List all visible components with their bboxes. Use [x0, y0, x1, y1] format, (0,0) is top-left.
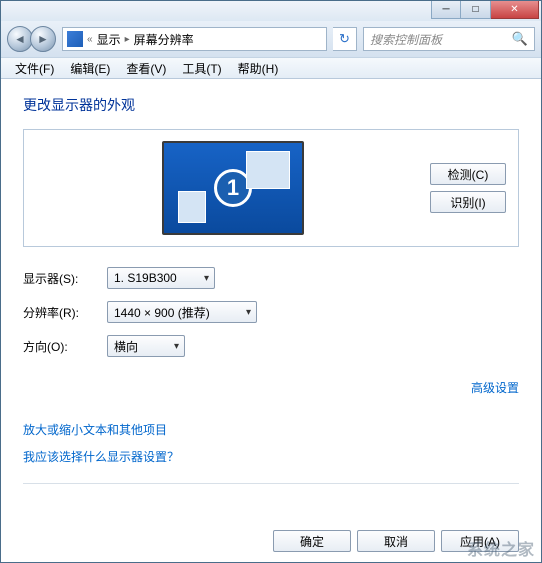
search-input[interactable]: 搜索控制面板 🔍: [363, 27, 535, 51]
monitor-icon[interactable]: 1: [162, 141, 304, 235]
advanced-link-row: 高级设置: [23, 379, 519, 397]
breadcrumb-item[interactable]: 屏幕分辨率: [134, 31, 194, 48]
resolution-label: 分辨率(R):: [23, 304, 107, 321]
refresh-icon: ↻: [339, 31, 350, 47]
help-links: 放大或缩小文本和其他项目 我应该选择什么显示器设置？: [23, 421, 519, 465]
menu-file[interactable]: 文件(F): [7, 58, 62, 79]
resolution-dropdown[interactable]: 1440 × 900 (推荐): [107, 301, 257, 323]
breadcrumb-chevron-icon: «: [87, 34, 93, 45]
forward-button[interactable]: ►: [30, 26, 56, 52]
which-display-link[interactable]: 我应该选择什么显示器设置？: [23, 448, 519, 465]
titlebar: ─ □ ✕: [1, 1, 541, 21]
minimize-button[interactable]: ─: [431, 1, 461, 19]
dialog-buttons: 确定 取消 应用(A): [273, 530, 519, 552]
detect-button[interactable]: 检测(C): [430, 163, 506, 185]
row-display: 显示器(S): 1. S19B300: [23, 267, 519, 289]
identify-button[interactable]: 识别(I): [430, 191, 506, 213]
maximize-button[interactable]: □: [461, 1, 491, 19]
menu-edit[interactable]: 编辑(E): [62, 58, 118, 79]
display-label: 显示器(S):: [23, 270, 107, 287]
preview-side-buttons: 检测(C) 识别(I): [430, 163, 506, 213]
ok-button[interactable]: 确定: [273, 530, 351, 552]
window-controls: ─ □ ✕: [431, 1, 539, 21]
breadcrumb-sep-icon: ▸: [125, 34, 130, 45]
advanced-settings-link[interactable]: 高级设置: [471, 381, 519, 395]
nav-toolbar: ◄ ► « 显示 ▸ 屏幕分辨率 ↻ 搜索控制面板 🔍: [1, 21, 541, 57]
divider: [23, 483, 519, 484]
menu-tools[interactable]: 工具(T): [174, 58, 229, 79]
orientation-value: 横向: [114, 338, 138, 355]
close-button[interactable]: ✕: [491, 1, 539, 19]
content-area: 更改显示器的外观 1 检测(C) 识别(I) 显示器(S): 1. S19B30…: [1, 79, 541, 562]
apply-button[interactable]: 应用(A): [441, 530, 519, 552]
control-panel-icon: [67, 31, 83, 47]
menu-view[interactable]: 查看(V): [118, 58, 174, 79]
cancel-button[interactable]: 取消: [357, 530, 435, 552]
menu-bar: 文件(F) 编辑(E) 查看(V) 工具(T) 帮助(H): [1, 57, 541, 79]
breadcrumb-item[interactable]: 显示: [97, 31, 121, 48]
page-title: 更改显示器的外观: [23, 95, 519, 115]
display-value: 1. S19B300: [114, 271, 177, 285]
window-frame: ─ □ ✕ ◄ ► « 显示 ▸ 屏幕分辨率 ↻ 搜索控制面板 🔍 文件(F) …: [0, 0, 542, 563]
orientation-label: 方向(O):: [23, 338, 107, 355]
text-size-link[interactable]: 放大或缩小文本和其他项目: [23, 421, 519, 438]
address-bar[interactable]: « 显示 ▸ 屏幕分辨率: [62, 27, 327, 51]
menu-help[interactable]: 帮助(H): [230, 58, 287, 79]
refresh-button[interactable]: ↻: [333, 27, 357, 51]
monitor-window-decor: [246, 151, 290, 189]
monitor-preview-wrap: 1: [36, 141, 430, 235]
monitor-preview-panel: 1 检测(C) 识别(I): [23, 129, 519, 247]
row-orientation: 方向(O): 横向: [23, 335, 519, 357]
resolution-value: 1440 × 900 (推荐): [114, 304, 210, 321]
nav-arrows: ◄ ►: [7, 26, 56, 52]
display-dropdown[interactable]: 1. S19B300: [107, 267, 215, 289]
search-icon[interactable]: 🔍: [512, 31, 528, 47]
row-resolution: 分辨率(R): 1440 × 900 (推荐): [23, 301, 519, 323]
settings-form: 显示器(S): 1. S19B300 分辨率(R): 1440 × 900 (推…: [23, 267, 519, 357]
orientation-dropdown[interactable]: 横向: [107, 335, 185, 357]
search-placeholder: 搜索控制面板: [370, 31, 442, 48]
monitor-window-decor: [178, 191, 206, 223]
